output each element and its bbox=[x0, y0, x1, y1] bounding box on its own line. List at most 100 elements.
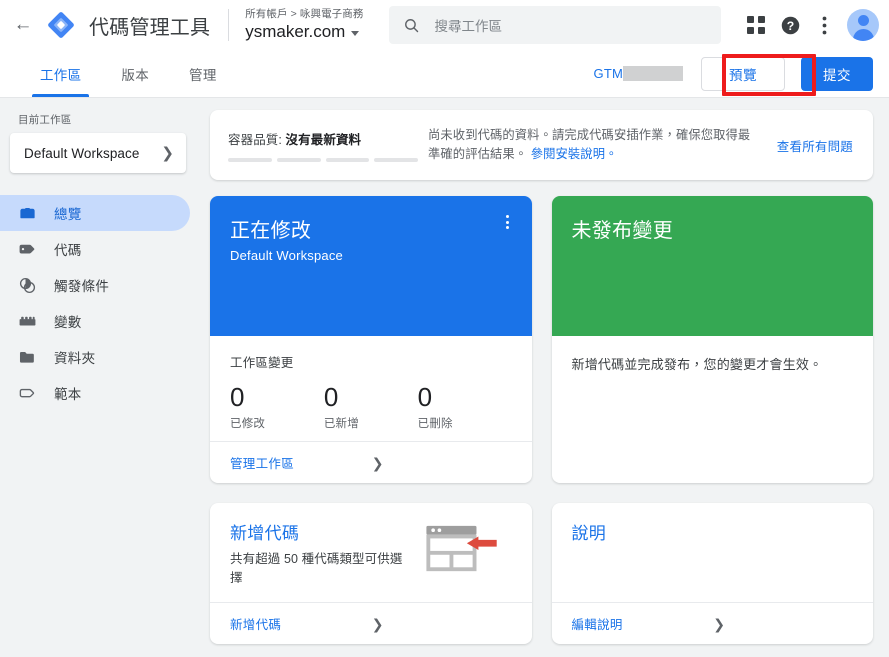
workspace-name: Default Workspace bbox=[24, 145, 140, 161]
stat-added: 0 已新增 bbox=[324, 381, 418, 431]
tab-versions-label: 版本 bbox=[121, 67, 150, 83]
gtm-container-id[interactable]: GTM bbox=[594, 66, 683, 81]
tab-admin[interactable]: 管理 bbox=[169, 50, 237, 97]
install-guide-link[interactable]: 參閱安裝說明。 bbox=[531, 147, 618, 161]
account-selector[interactable]: 所有帳戶 > 咏興電子商務 ysmaker.com bbox=[245, 8, 363, 42]
search-input[interactable]: 搜尋工作區 bbox=[389, 6, 721, 44]
sidebar-item-templates[interactable]: 範本 bbox=[0, 375, 190, 411]
tab-workspace[interactable]: 工作區 bbox=[20, 50, 101, 97]
search-placeholder-text: 搜尋工作區 bbox=[434, 19, 502, 34]
chevron-right-icon: ❯ bbox=[713, 615, 726, 632]
quality-bar bbox=[374, 157, 418, 162]
sidebar-item-folders[interactable]: 資料夾 bbox=[0, 339, 190, 375]
manage-workspace-link[interactable]: 管理工作區 ❯ bbox=[210, 441, 532, 483]
new-tag-text: 新增代碼 共有超過 50 種代碼類型可供選擇 bbox=[230, 519, 414, 588]
preview-button[interactable]: 預覽 bbox=[701, 56, 785, 91]
stat-modified: 0 已修改 bbox=[230, 381, 324, 431]
quality-bar bbox=[276, 157, 321, 162]
help-circle-icon[interactable]: ? bbox=[773, 8, 807, 42]
sidebar-item-variables[interactable]: 變數 bbox=[0, 303, 190, 339]
workspace-card-title: 正在修改 bbox=[230, 220, 312, 242]
header-divider bbox=[228, 9, 230, 41]
tab-workspace-label: 工作區 bbox=[40, 67, 82, 83]
workspace-stats: 0 已修改 0 已新增 0 已刪除 bbox=[230, 381, 512, 431]
sidebar-item-label: 觸發條件 bbox=[54, 279, 110, 294]
sidebar-item-label: 總覽 bbox=[54, 207, 82, 222]
stat-value: 0 bbox=[417, 382, 433, 412]
tab-versions[interactable]: 版本 bbox=[101, 50, 169, 97]
apps-grid-icon[interactable] bbox=[739, 8, 773, 42]
tab-bar-actions: GTM 預覽 提交 bbox=[594, 50, 889, 97]
edit-description-label: 編輯說明 bbox=[571, 618, 623, 632]
more-vert-icon[interactable] bbox=[807, 8, 841, 42]
workspace-card-more-icon[interactable] bbox=[498, 212, 518, 232]
workspace-changes-label: 工作區變更 bbox=[230, 356, 294, 370]
workspace-card-body: 工作區變更 0 已修改 0 已新增 0 已刪除 bbox=[210, 336, 532, 441]
new-tag-title: 新增代碼 bbox=[230, 524, 300, 543]
edit-description-link[interactable]: 編輯說明 ❯ bbox=[551, 602, 873, 644]
template-tag-outline-icon bbox=[18, 384, 37, 403]
workspace-card-subtitle: Default Workspace bbox=[230, 248, 343, 263]
new-tag-card: 新增代碼 共有超過 50 種代碼類型可供選擇 新增代碼 ❯ bbox=[210, 503, 532, 644]
sidebar: 目前工作區 Default Workspace ❯ 總覽 代碼 觸發條件 變數 … bbox=[0, 98, 196, 657]
chevron-right-icon: ❯ bbox=[371, 615, 384, 632]
tab-list: 工作區 版本 管理 bbox=[0, 50, 237, 97]
workspace-selector[interactable]: Default Workspace ❯ bbox=[10, 133, 186, 173]
gtm-diamond-logo bbox=[46, 10, 76, 40]
sidebar-item-overview[interactable]: 總覽 bbox=[0, 195, 190, 231]
stat-value: 0 bbox=[230, 382, 245, 412]
user-avatar[interactable] bbox=[847, 9, 879, 41]
search-area: 搜尋工作區 bbox=[389, 6, 721, 44]
sidebar-item-tags[interactable]: 代碼 bbox=[0, 231, 190, 267]
back-arrow-icon[interactable]: ← bbox=[6, 8, 40, 42]
submit-button-label: 提交 bbox=[823, 67, 851, 83]
chevron-down-icon bbox=[351, 30, 360, 36]
stat-value: 0 bbox=[323, 382, 339, 412]
stat-caption: 已新增 bbox=[323, 418, 359, 430]
quality-status: 沒有最新資料 bbox=[285, 132, 362, 147]
sidebar-item-triggers[interactable]: 觸發條件 bbox=[0, 267, 190, 303]
add-tag-link[interactable]: 新增代碼 ❯ bbox=[210, 602, 532, 644]
workspace-changes-card: 正在修改 Default Workspace 工作區變更 0 已修改 0 已新增 bbox=[210, 196, 532, 483]
stat-caption: 已刪除 bbox=[417, 418, 453, 430]
page-body: 目前工作區 Default Workspace ❯ 總覽 代碼 觸發條件 變數 … bbox=[0, 98, 889, 657]
tab-bar: 工作區 版本 管理 GTM 預覽 提交 bbox=[0, 50, 889, 98]
stat-caption: 已修改 bbox=[230, 418, 266, 430]
unpublished-changes-card: 未發布變更 新增代碼並完成發布，您的變更才會生效。 bbox=[551, 196, 873, 483]
quality-progress-bars bbox=[228, 157, 418, 162]
browser-tag-illustration bbox=[424, 523, 502, 575]
manage-workspace-label: 管理工作區 bbox=[230, 457, 295, 471]
chevron-right-icon: ❯ bbox=[161, 144, 174, 162]
unpublished-card-hero: 未發布變更 bbox=[551, 196, 873, 336]
trigger-circles-icon bbox=[18, 276, 37, 295]
quality-summary: 容器品質: 沒有最新資料 bbox=[228, 129, 418, 162]
description-card: 說明 編輯說明 ❯ bbox=[551, 503, 874, 644]
sidebar-item-label: 代碼 bbox=[54, 243, 82, 258]
quality-bar bbox=[325, 157, 370, 162]
workspace-card-hero: 正在修改 Default Workspace bbox=[210, 196, 532, 336]
container-box-icon bbox=[18, 204, 37, 223]
sidebar-nav: 總覽 代碼 觸發條件 變數 資料夾 範本 bbox=[0, 195, 196, 411]
view-all-issues-link[interactable]: 查看所有問題 bbox=[763, 136, 853, 155]
container-selector[interactable]: ysmaker.com bbox=[245, 21, 363, 42]
main-content: 容器品質: 沒有最新資料 尚未收到代碼的資料。請完成代碼安插作業，確保您取得最準… bbox=[196, 98, 889, 657]
description-text: 說明 bbox=[572, 519, 856, 544]
new-tag-card-body: 新增代碼 共有超過 50 種代碼類型可供選擇 bbox=[210, 503, 532, 602]
new-tag-description: 共有超過 50 種代碼類型可供選擇 bbox=[230, 552, 403, 585]
variable-brick-icon bbox=[18, 312, 37, 331]
search-icon bbox=[405, 18, 419, 32]
svg-text:?: ? bbox=[786, 18, 793, 32]
sidebar-item-label: 變數 bbox=[54, 315, 82, 330]
current-workspace-label: 目前工作區 bbox=[18, 114, 72, 126]
add-tag-label: 新增代碼 bbox=[230, 618, 282, 632]
tag-icon bbox=[18, 240, 37, 259]
unpublished-card-title: 未發布變更 bbox=[571, 220, 673, 242]
folder-icon bbox=[18, 348, 37, 367]
stat-deleted: 0 已刪除 bbox=[418, 381, 512, 431]
unpublished-card-body-text: 新增代碼並完成發布，您的變更才會生效。 bbox=[571, 357, 823, 372]
submit-button[interactable]: 提交 bbox=[801, 56, 873, 91]
description-card-body: 說明 bbox=[552, 503, 874, 602]
chevron-right-icon: ❯ bbox=[371, 454, 384, 471]
sidebar-item-label: 資料夾 bbox=[54, 351, 96, 366]
gtm-id-label: GTM bbox=[593, 66, 623, 81]
